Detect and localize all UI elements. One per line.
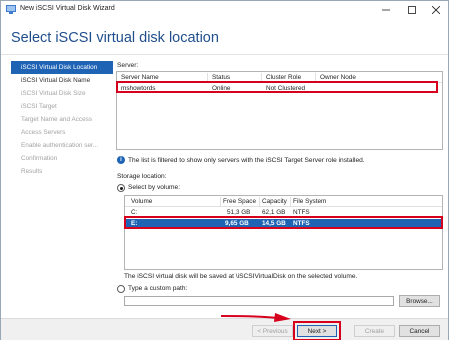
nav-item-access-servers: Access Servers <box>21 129 66 136</box>
header-divider <box>1 54 448 55</box>
minimize-icon <box>382 9 390 11</box>
volume-fs-cell: NTFS <box>293 209 310 216</box>
wizard-nav: iSCSI Virtual Disk Location iSCSI Virtua… <box>11 61 113 178</box>
close-button[interactable] <box>423 2 449 18</box>
column-capacity[interactable]: Capacity <box>262 198 287 205</box>
window-title: New iSCSI Virtual Disk Wizard <box>20 5 115 12</box>
custom-path-input[interactable] <box>124 296 394 306</box>
nav-item-results: Results <box>21 168 43 175</box>
select-by-volume-label[interactable]: Select by volume: <box>128 184 180 191</box>
column-volume[interactable]: Volume <box>131 198 152 205</box>
arrow-right-icon <box>220 313 291 322</box>
info-icon: i <box>117 156 125 164</box>
column-owner-node[interactable]: Owner Node <box>320 74 356 81</box>
nav-item-virtual-disk-name[interactable]: iSCSI Virtual Disk Name <box>11 74 113 87</box>
browse-button[interactable]: Browse... <box>399 295 440 307</box>
close-icon <box>432 6 440 14</box>
column-file-system[interactable]: File System <box>293 198 326 205</box>
volume-list[interactable]: Volume Free Space Capacity File System C… <box>124 195 443 270</box>
column-divider <box>220 197 221 206</box>
column-divider <box>290 197 291 206</box>
column-status[interactable]: Status <box>212 74 230 81</box>
column-divider <box>259 197 260 206</box>
nav-item-virtual-disk-location[interactable]: iSCSI Virtual Disk Location <box>11 61 113 74</box>
volume-name-cell: C: <box>131 209 138 216</box>
wizard-window: New iSCSI Virtual Disk Wizard Select iSC… <box>0 0 449 340</box>
create-button[interactable]: Create <box>354 325 395 337</box>
next-button[interactable]: Next > <box>297 325 337 337</box>
nav-item-enable-authentication: Enable authentication ser... <box>21 142 99 149</box>
nav-item-virtual-disk-size: iSCSI Virtual Disk Size <box>21 90 86 97</box>
minimize-button[interactable] <box>373 2 399 18</box>
column-cluster-role[interactable]: Cluster Role <box>266 74 301 81</box>
volume-list-header: Volume Free Space Capacity File System <box>125 196 442 207</box>
column-server-name[interactable]: Server Name <box>121 74 159 81</box>
maximize-icon <box>408 6 416 14</box>
cancel-button[interactable]: Cancel <box>399 325 440 337</box>
custom-path-radio[interactable] <box>117 285 125 293</box>
page-heading: Select iSCSI virtual disk location <box>11 30 219 46</box>
nav-item-target-name-access: Target Name and Access <box>21 116 93 123</box>
custom-path-label[interactable]: Type a custom path: <box>128 285 187 292</box>
server-filter-note: The list is filtered to show only server… <box>128 157 365 164</box>
previous-button[interactable]: < Previous <box>252 325 293 337</box>
server-label: Server: <box>117 62 139 69</box>
save-location-note: The iSCSI virtual disk will be saved at … <box>124 273 358 280</box>
select-by-volume-radio[interactable] <box>117 184 125 192</box>
nav-item-confirmation: Confirmation <box>21 155 58 162</box>
volume-capacity-cell: 62,1 GB <box>262 209 286 216</box>
volume-row-highlight <box>124 216 443 229</box>
server-row-highlight <box>116 81 438 93</box>
volume-free-cell: 51,3 GB <box>227 209 251 216</box>
nav-item-iscsi-target: iSCSI Target <box>21 103 57 110</box>
column-free-space[interactable]: Free Space <box>223 198 256 205</box>
title-bar[interactable]: New iSCSI Virtual Disk Wizard <box>1 1 448 19</box>
storage-location-label: Storage location: <box>117 173 167 180</box>
server-manager-icon <box>6 5 16 14</box>
maximize-button[interactable] <box>399 2 425 18</box>
